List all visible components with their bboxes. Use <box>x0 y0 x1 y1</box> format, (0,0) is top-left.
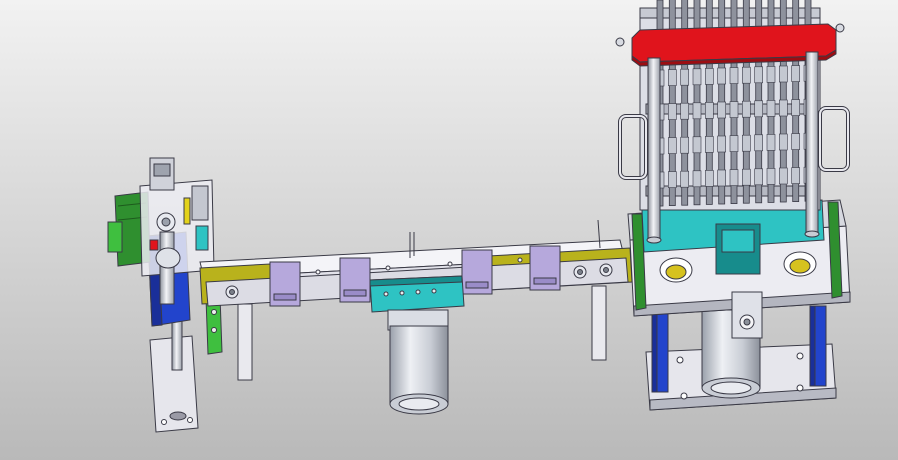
conveyor-motor <box>387 309 449 415</box>
cad-viewport <box>0 0 898 460</box>
tube-segment <box>766 100 776 117</box>
tube-segment <box>704 102 714 119</box>
tube-segment <box>704 136 714 153</box>
tube-segment <box>667 137 677 154</box>
tube-segment <box>766 134 776 151</box>
tube-segment <box>778 99 788 117</box>
tube-segment <box>717 101 727 119</box>
tube-segment <box>741 100 751 118</box>
tube-segment <box>692 102 702 120</box>
tube-segment <box>778 65 788 83</box>
tube-segment <box>680 136 690 154</box>
tube-segment <box>754 100 764 118</box>
tube-segment <box>791 65 801 82</box>
tube-segment <box>729 135 739 152</box>
tube-segment <box>704 68 714 85</box>
tube-segment <box>680 170 690 188</box>
tube-segment <box>729 169 739 186</box>
tube-segment <box>754 168 764 186</box>
tube-segment <box>741 168 751 186</box>
tube-segment <box>754 134 764 152</box>
tube-segment <box>791 167 801 184</box>
tube-segment <box>667 171 677 188</box>
tube-segment <box>692 136 702 154</box>
tube-segment <box>778 167 788 185</box>
tube-segment <box>766 168 776 185</box>
tube-segment <box>692 68 702 86</box>
tube-segment <box>667 69 677 86</box>
tube-segment <box>766 66 776 83</box>
tube-segment <box>778 133 788 151</box>
tube-segment <box>741 66 751 84</box>
tube-segment <box>680 68 690 86</box>
tube-segment <box>729 101 739 118</box>
tube-segment <box>754 66 764 84</box>
tube-segment <box>704 170 714 187</box>
tube-segment <box>729 67 739 84</box>
assembly-drawing <box>0 0 898 460</box>
tube-segment <box>791 133 801 150</box>
tube-segment <box>717 169 727 187</box>
tube-segment <box>741 134 751 152</box>
tube-segment <box>717 135 727 153</box>
tube-segment <box>717 67 727 85</box>
tube-segment <box>680 102 690 120</box>
tube-segment <box>667 103 677 120</box>
tube-segment <box>692 170 702 188</box>
tube-segment <box>791 99 801 116</box>
